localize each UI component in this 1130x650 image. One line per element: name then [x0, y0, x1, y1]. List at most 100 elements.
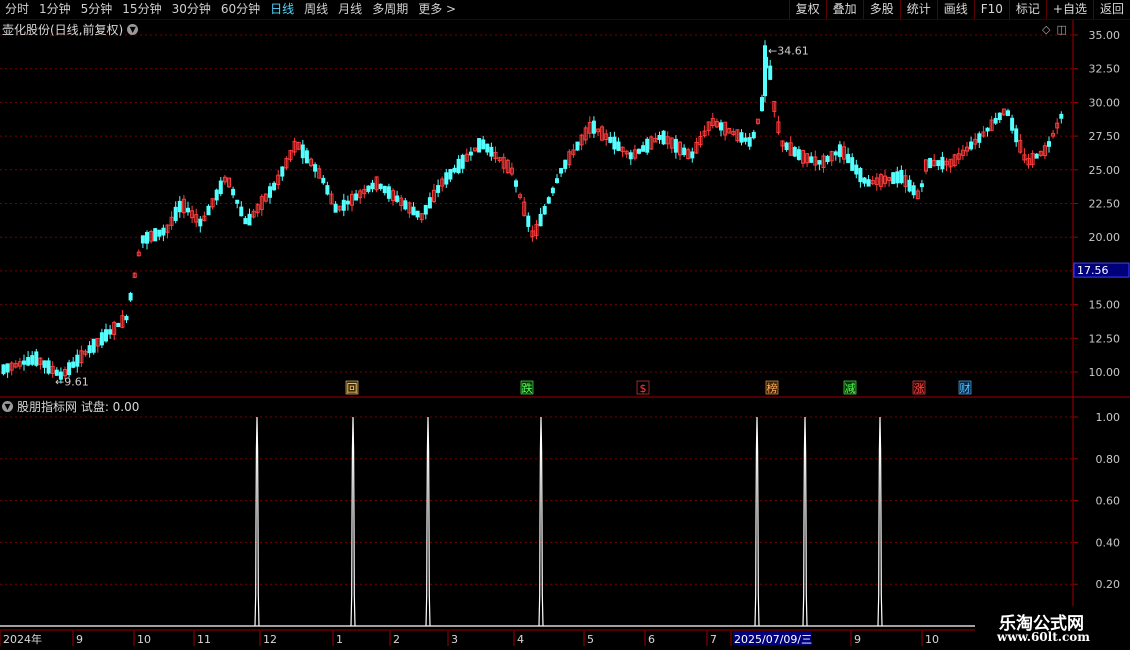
candle-body — [907, 179, 912, 192]
candle-body — [67, 362, 72, 376]
candle-body — [140, 235, 145, 244]
signal-spike — [350, 416, 356, 627]
candle-body — [977, 133, 982, 143]
candle-body — [243, 218, 248, 225]
indicator-tick-label: 1.00 — [1096, 411, 1121, 424]
candle-body — [124, 315, 129, 321]
time-axis-label: 4 — [517, 633, 524, 646]
candle-body — [280, 166, 285, 177]
candle-body — [325, 185, 330, 195]
candle-body — [550, 187, 555, 194]
time-axis-label: 11 — [197, 633, 211, 646]
indicator-panel-title: ▼ 股朋指标网 试盘: 0.00 — [2, 398, 139, 414]
time-axis-label: 2025/07/09/三 — [734, 633, 812, 646]
watermark: 乐淘公式网 www.60lt.com — [975, 606, 1130, 650]
candle-body — [157, 229, 162, 237]
candle-body — [559, 168, 564, 174]
chevron-down-icon[interactable]: ▼ — [2, 400, 13, 412]
candle-body — [99, 332, 104, 346]
panel-corner-icons: ◇ ◫ — [1042, 23, 1067, 36]
candle-body — [161, 227, 166, 236]
time-axis-label: 2 — [393, 633, 400, 646]
candle-body — [637, 148, 641, 154]
chevron-down-icon[interactable]: ▼ — [127, 23, 139, 35]
candle-body — [268, 186, 272, 198]
candle-body — [661, 130, 666, 145]
candle-body — [985, 127, 990, 132]
candle-body — [345, 200, 350, 205]
candle-body — [34, 351, 39, 366]
candle-body — [997, 112, 1002, 121]
candle-body — [825, 155, 830, 163]
candle-body — [1, 364, 6, 375]
candle-body — [477, 138, 482, 153]
candle-body — [895, 171, 900, 184]
candle-body — [489, 146, 494, 157]
candle-body — [796, 149, 801, 160]
event-marker-1[interactable]: 回 — [347, 382, 358, 395]
price-tick-label: 12.50 — [1089, 332, 1121, 345]
candle-body — [321, 177, 326, 184]
candle-body — [444, 172, 449, 185]
candle-body — [628, 152, 633, 160]
event-marker-5[interactable]: 减 — [845, 382, 856, 395]
candle-body — [91, 338, 96, 353]
diamond-icon[interactable]: ◇ — [1042, 23, 1050, 36]
candle-body — [538, 214, 543, 227]
stock-chart-canvas[interactable]: ←34.61 ←9.61 回 跌 $ 榜 减 涨 财 35.00 32.50 30.00 27.50 2… — [0, 0, 1130, 650]
candle-body — [919, 183, 924, 188]
panel-toggle-icon[interactable]: ◫ — [1056, 23, 1066, 36]
candle-body — [542, 206, 547, 215]
indicator-tick-label: 0.20 — [1096, 578, 1121, 591]
candlestick-series — [1, 40, 1064, 384]
candle-body — [743, 137, 748, 142]
candle-body — [747, 137, 752, 147]
time-axis-label: 7 — [710, 633, 717, 646]
candle-body — [423, 204, 428, 215]
candle-body — [333, 203, 338, 213]
candle-body — [809, 156, 814, 163]
candle-body — [1006, 110, 1010, 117]
candle-body — [485, 143, 490, 153]
candle-body — [116, 322, 121, 328]
candle-body — [448, 169, 453, 180]
candle-body — [563, 159, 568, 169]
candle-body — [42, 360, 47, 368]
signal-spike — [254, 416, 260, 627]
signal-spike — [754, 416, 760, 627]
price-tick-label: 20.00 — [1089, 231, 1121, 244]
price-tick-label: 15.00 — [1089, 299, 1121, 312]
candle-body — [354, 193, 359, 201]
candle-body — [87, 345, 92, 354]
candle-body — [304, 150, 309, 164]
candle-body — [657, 134, 662, 140]
signal-spike — [425, 416, 431, 627]
candle-body — [850, 157, 855, 171]
event-marker-2[interactable]: 跌 — [522, 381, 533, 395]
candle-body — [460, 154, 465, 169]
candle-body — [247, 213, 252, 226]
candle-body — [928, 157, 933, 169]
watermark-line2: www.60lt.com — [997, 630, 1090, 644]
event-marker-4[interactable]: 榜 — [767, 381, 778, 395]
candle-body — [690, 151, 695, 159]
event-marker-3[interactable]: $ — [640, 382, 647, 395]
candle-body — [218, 180, 223, 195]
event-marker-6[interactable]: 涨 — [914, 382, 925, 395]
time-axis-label: 1 — [336, 633, 343, 646]
candle-body — [936, 160, 941, 167]
candle-body — [739, 132, 744, 143]
candle-body — [370, 182, 375, 190]
candle-body — [719, 122, 723, 131]
event-marker-7[interactable]: 财 — [960, 381, 971, 395]
candle-body — [673, 138, 678, 153]
indicator-tick-label: 0.80 — [1096, 453, 1121, 466]
candle-body — [272, 182, 277, 191]
high-price-marker: ←34.61 — [768, 44, 809, 57]
candle-body — [514, 180, 518, 187]
candle-body — [837, 144, 842, 157]
candle-body — [427, 197, 432, 209]
candle-body — [645, 138, 650, 153]
price-tick-label: 22.50 — [1089, 198, 1121, 211]
candle-body — [768, 65, 773, 80]
